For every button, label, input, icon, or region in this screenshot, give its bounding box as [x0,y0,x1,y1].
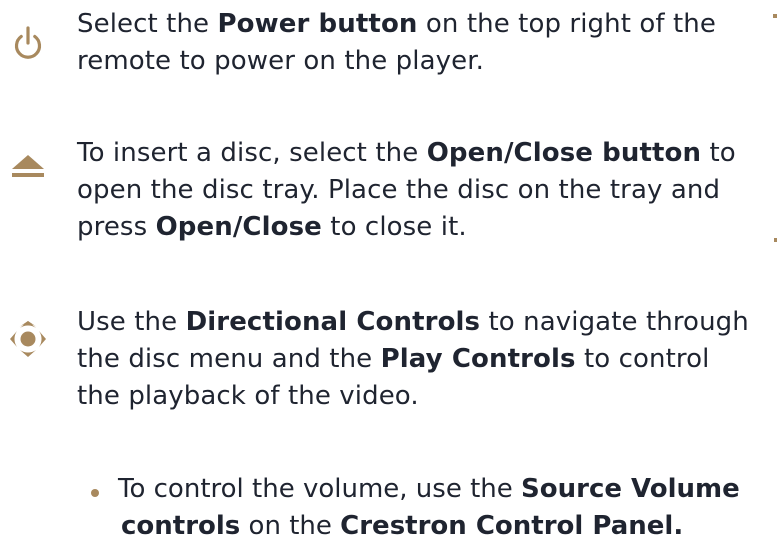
source-volume-label: Source Volume [521,474,740,504]
play-controls-label: Play Controls [380,344,576,374]
open-close-label: Open/Close [155,212,322,242]
text-segment: on the [240,511,341,541]
text-segment: Use the [77,307,186,337]
text-segment: Select the [77,9,218,39]
text-segment: to close it. [321,212,467,242]
crestron-control-panel-label: Crestron Control Panel. [340,511,684,541]
eject-icon [6,147,50,191]
power-icon [6,22,50,66]
volume-note-line-2: controls on the Crestron Control Panel. [118,508,777,542]
power-button-label: Power button [217,9,418,39]
directional-pad-icon [6,317,50,361]
edge-decoration [773,14,777,18]
open-close-button-label: Open/Close button [426,138,702,168]
step-power-text: Select the Power button on the top right… [77,6,757,80]
controls-label: controls [121,511,241,541]
step-open-close-text: To insert a disc, select the Open/Close … [77,135,757,246]
instructions-page: Select the Power button on the top right… [0,0,777,542]
volume-note-line-1: To control the volume, use the Source Vo… [118,471,777,508]
directional-controls-label: Directional Controls [185,307,481,337]
volume-note-text: To control the volume, use the Source Vo… [118,471,777,542]
text-segment: To insert a disc, select the [77,138,427,168]
text-segment: To control the volume, use the [118,474,522,504]
bullet-icon [91,489,99,497]
step-directional-text: Use the Directional Controls to navigate… [77,304,757,415]
